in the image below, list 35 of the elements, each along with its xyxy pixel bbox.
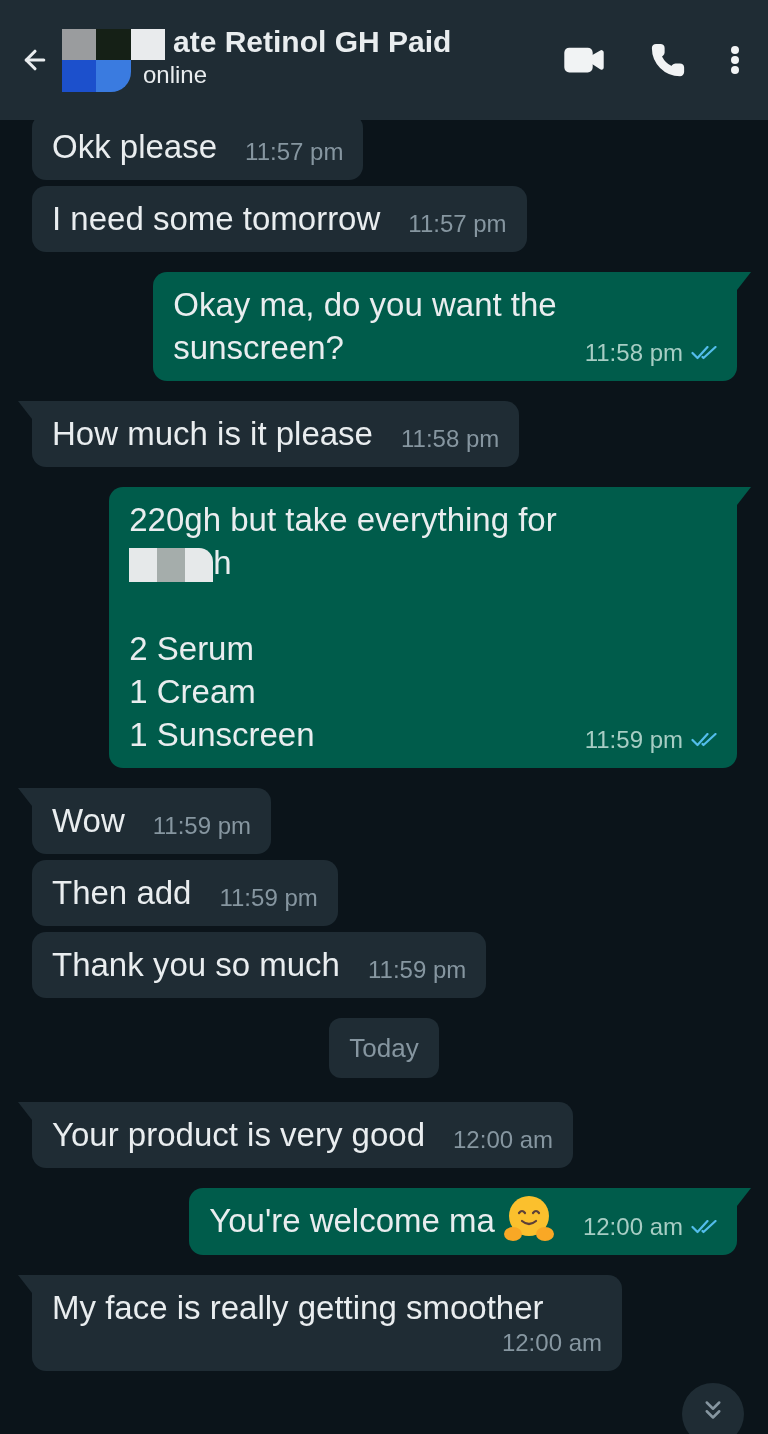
message-text: Okk please	[52, 127, 218, 167]
message-time: 11:58 pm	[584, 339, 683, 367]
message-text: You're welcome ma	[209, 1199, 555, 1244]
message-text: 220gh but take everything for	[129, 500, 557, 540]
message-time: 11:58 pm	[400, 425, 500, 453]
message-text: Your product is very good	[52, 1115, 425, 1155]
message-time: 12:00 am	[501, 1329, 602, 1358]
voice-call-button[interactable]	[650, 42, 686, 78]
menu-button[interactable]	[730, 45, 740, 75]
message-time: 11:59 pm	[368, 956, 467, 984]
message-text: Okay ma, do you want the	[173, 285, 557, 325]
contact-status: online	[143, 61, 209, 89]
message-text: I need some tomorrow	[52, 199, 381, 239]
message-time: 11:57 pm	[408, 210, 507, 238]
message-time: 12:00 am	[453, 1126, 554, 1154]
message-time: 11:57 pm	[245, 138, 344, 166]
message-text: sunscreen?	[173, 328, 345, 368]
message-time: 11:59 pm	[219, 884, 318, 912]
message-text: h	[129, 541, 557, 584]
phone-icon	[650, 42, 686, 78]
message-time: 11:59 pm	[152, 812, 252, 840]
message-text: Wow	[52, 801, 125, 841]
message-text: 1 Sunscreen	[129, 715, 316, 755]
message-time: 11:59 pm	[584, 726, 683, 754]
date-chip: Today	[329, 1018, 439, 1078]
message-text: 1 Cream	[129, 672, 257, 712]
scroll-down-button[interactable]	[682, 1383, 744, 1434]
message-text: 2 Serum	[129, 629, 255, 669]
contact-name[interactable]: ate Retinol GH Paid	[173, 23, 452, 61]
message-text: Then add	[52, 873, 192, 913]
message-text: Thank you so much	[52, 945, 340, 985]
message-text: How much is it please	[52, 414, 373, 454]
message-time: 12:00 am	[582, 1213, 683, 1242]
menu-icon	[730, 45, 740, 75]
message-text: My face is really getting smoother	[52, 1288, 544, 1329]
